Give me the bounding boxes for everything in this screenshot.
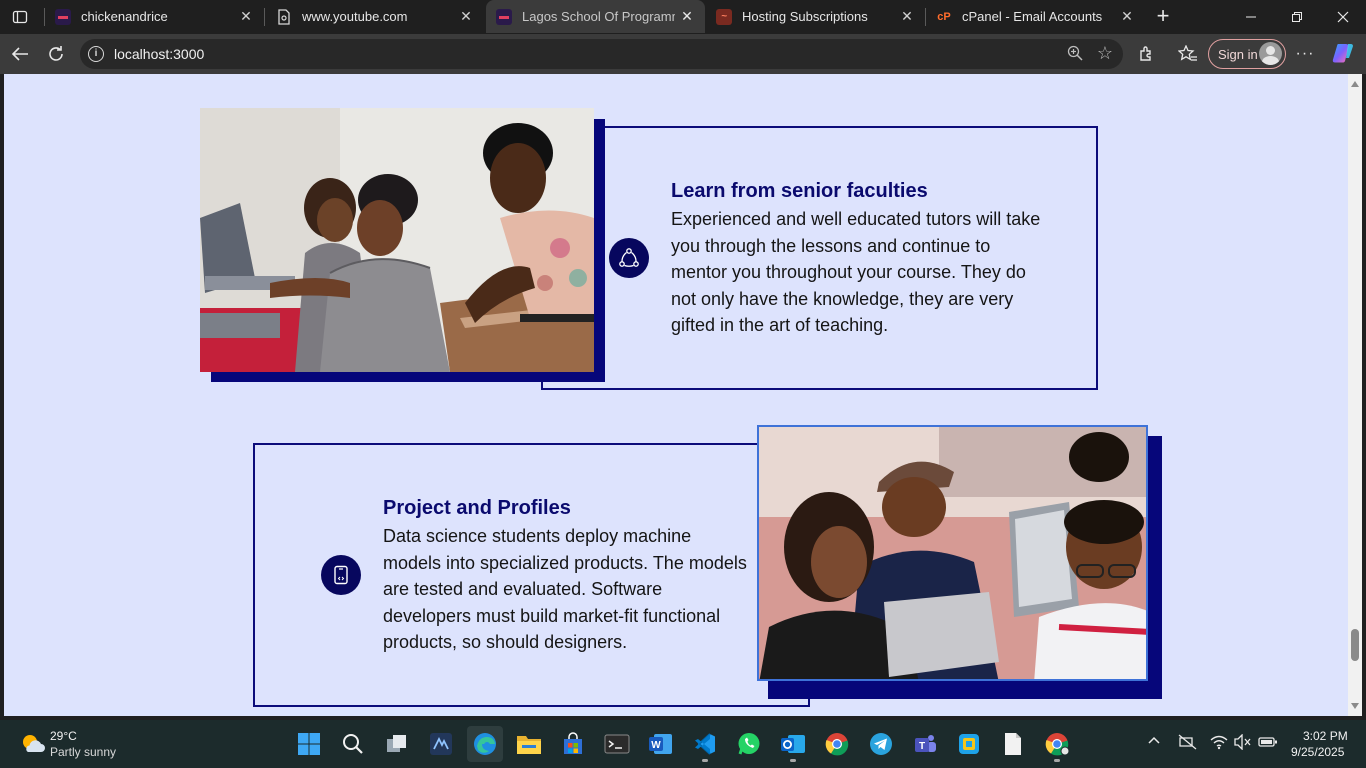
restore-icon[interactable]	[1274, 0, 1320, 33]
scroll-up-icon[interactable]	[1351, 81, 1359, 87]
edge-icon[interactable]	[467, 726, 503, 762]
more-menu-icon[interactable]: ···	[1292, 42, 1318, 66]
file-explorer-icon[interactable]	[511, 726, 547, 762]
start-icon[interactable]	[291, 726, 327, 762]
windows-taskbar: 29°C Partly sunny W T 3:02 PM 9/25/2025	[0, 720, 1366, 768]
show-hidden-icons-icon[interactable]	[1147, 734, 1161, 751]
search-icon[interactable]	[335, 726, 371, 762]
close-tab-icon[interactable]: ✕	[234, 8, 258, 25]
battery-icon[interactable]	[1258, 734, 1278, 753]
svg-text:W: W	[651, 740, 661, 751]
close-tab-icon[interactable]: ✕	[675, 8, 699, 25]
tab-hosting-subscriptions[interactable]: ~ Hosting Subscriptions ✕	[706, 0, 925, 33]
tab-strip: ▬ chickenandrice ✕ www.youtube.com ✕ ▬ L…	[0, 0, 1366, 34]
battery-saver-icon[interactable]	[1178, 734, 1198, 753]
tab-actions-icon[interactable]	[8, 6, 32, 28]
terminal-icon[interactable]	[599, 726, 635, 762]
clock-time[interactable]: 3:02 PM	[1303, 729, 1348, 743]
sign-in-button[interactable]: Sign in	[1208, 39, 1286, 69]
vscode-icon[interactable]	[687, 726, 723, 762]
new-tab-icon[interactable]: +	[1150, 4, 1176, 30]
page-scrollbar[interactable]	[1348, 74, 1362, 716]
address-bar[interactable]: i localhost:3000 ☆	[80, 39, 1123, 69]
tab-lagos-school[interactable]: ▬ Lagos School Of Programming ✕	[486, 0, 705, 33]
whatsapp-icon[interactable]	[731, 726, 767, 762]
close-tab-icon[interactable]: ✕	[1115, 8, 1139, 25]
svg-text:T: T	[919, 741, 925, 752]
anydesk-icon[interactable]	[423, 726, 459, 762]
task-view-icon[interactable]	[379, 726, 415, 762]
favorite-star-icon[interactable]: ☆	[1097, 43, 1113, 64]
favorites-icon[interactable]	[1175, 42, 1201, 66]
extensions-icon[interactable]	[1134, 42, 1160, 66]
site-favicon-icon: ▬	[496, 8, 512, 25]
notepad-icon[interactable]	[995, 726, 1031, 762]
tab-cpanel[interactable]: cP cPanel - Email Accounts ✕	[926, 0, 1145, 33]
network-icon	[609, 238, 649, 278]
tab-youtube[interactable]: www.youtube.com ✕	[266, 0, 484, 33]
site-info-icon[interactable]: i	[88, 46, 104, 62]
chrome-icon[interactable]	[819, 726, 855, 762]
card-2-body: Data science students deploy machine mod…	[383, 526, 747, 652]
photos-icon[interactable]	[951, 726, 987, 762]
tablet-code-icon	[321, 555, 361, 595]
cpanel-favicon-icon: cP	[937, 10, 951, 23]
minimize-icon[interactable]	[1228, 0, 1274, 33]
chrome-profile-icon[interactable]	[1039, 726, 1075, 762]
url-text: localhost:3000	[114, 46, 205, 62]
avatar-icon	[1259, 42, 1282, 65]
copilot-icon[interactable]	[1331, 41, 1357, 67]
scrollbar-thumb[interactable]	[1351, 629, 1359, 661]
telegram-icon[interactable]	[863, 726, 899, 762]
volume-muted-icon[interactable]	[1234, 733, 1252, 753]
hosting-favicon-icon: ~	[716, 8, 732, 25]
browser-toolbar: i localhost:3000 ☆ Sign in ···	[0, 34, 1366, 74]
close-tab-icon[interactable]: ✕	[454, 8, 478, 25]
tutor-mentoring-students-photo	[200, 108, 594, 372]
page-icon	[276, 8, 292, 25]
weather-description[interactable]: Partly sunny	[50, 745, 116, 759]
store-icon[interactable]	[555, 726, 591, 762]
card-1-title: Learn from senior faculties	[671, 180, 928, 202]
clock-date[interactable]: 9/25/2025	[1291, 745, 1344, 759]
tab-chickenandrice[interactable]: ▬ chickenandrice ✕	[45, 0, 264, 33]
page-viewport: Learn from senior faculties Experienced …	[4, 74, 1348, 716]
card-1-body: Experienced and well educated tutors wil…	[671, 209, 1041, 335]
weather-temperature[interactable]: 29°C	[50, 729, 77, 743]
teams-icon[interactable]: T	[907, 726, 943, 762]
close-window-icon[interactable]	[1320, 0, 1366, 33]
word-icon[interactable]: W	[643, 726, 679, 762]
back-icon[interactable]	[7, 42, 33, 66]
close-tab-icon[interactable]: ✕	[895, 8, 919, 25]
partly-sunny-icon[interactable]	[20, 732, 45, 756]
outlook-icon[interactable]	[775, 726, 811, 762]
refresh-icon[interactable]	[43, 42, 69, 66]
scroll-down-icon[interactable]	[1351, 703, 1359, 709]
zoom-icon[interactable]	[1067, 45, 1083, 65]
students-with-laptop-photo	[757, 425, 1148, 681]
card-2-title: Project and Profiles	[383, 497, 571, 519]
wifi-icon[interactable]	[1210, 734, 1228, 753]
site-favicon-icon: ▬	[55, 8, 71, 25]
